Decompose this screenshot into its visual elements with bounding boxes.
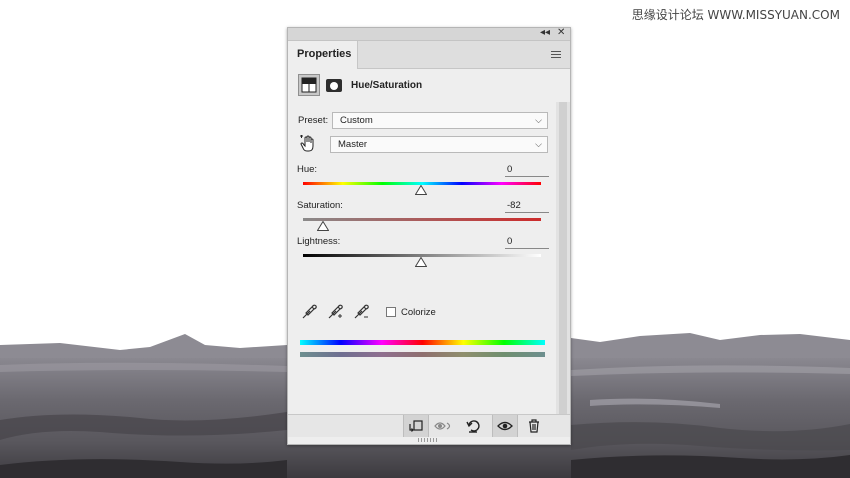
lightness-label: Lightness: <box>297 236 341 247</box>
panel-bottom-toolbar <box>288 414 570 437</box>
preset-dropdown[interactable]: Custom ⌵ <box>332 112 548 129</box>
layer-mask-icon[interactable] <box>326 79 342 92</box>
lightness-value-field[interactable]: 0 <box>505 236 549 249</box>
properties-panel: ◂◂ ✕ Properties Hue/Saturation Preset: C… <box>287 27 571 445</box>
eyedropper-icon[interactable] <box>300 303 318 321</box>
saturation-slider-track[interactable] <box>303 218 541 221</box>
channel-dropdown[interactable]: Master ⌵ <box>330 136 548 153</box>
panel-menu-icon[interactable] <box>551 51 561 60</box>
panel-titlebar[interactable]: ◂◂ ✕ <box>288 27 570 41</box>
hue-value-field[interactable]: 0 <box>505 164 549 177</box>
reset-icon[interactable] <box>460 415 486 437</box>
input-spectrum-bar <box>300 340 545 345</box>
panel-tab-row: Properties <box>288 41 570 69</box>
collapse-icon[interactable]: ◂◂ <box>540 27 550 39</box>
hue-label: Hue: <box>297 164 318 175</box>
hue-slider-thumb[interactable] <box>415 185 427 195</box>
view-previous-state-icon[interactable] <box>431 415 457 437</box>
preset-value: Custom <box>340 115 373 126</box>
adjustment-title: Hue/Saturation <box>351 80 423 91</box>
tab-properties[interactable]: Properties <box>288 41 358 69</box>
colorize-label: Colorize <box>401 307 436 318</box>
preset-label: Preset: <box>298 115 329 126</box>
close-icon[interactable]: ✕ <box>557 27 565 39</box>
saturation-label: Saturation: <box>297 200 343 211</box>
colorize-checkbox[interactable] <box>386 307 396 317</box>
channel-value: Master <box>338 139 368 150</box>
clip-to-layer-icon[interactable] <box>403 415 429 437</box>
eyedropper-plus-icon[interactable] <box>326 303 344 321</box>
saturation-slider-thumb[interactable] <box>317 221 329 231</box>
output-spectrum-bar <box>300 352 545 357</box>
chevron-down-icon: ⌵ <box>535 139 542 149</box>
lightness-slider-thumb[interactable] <box>415 257 427 267</box>
adjustment-header: Hue/Saturation <box>288 69 570 101</box>
saturation-value-field[interactable]: -82 <box>505 200 549 213</box>
panel-scrollbar[interactable] <box>556 102 570 414</box>
delete-icon[interactable] <box>521 415 547 437</box>
targeted-adjustment-hand-icon[interactable] <box>299 135 317 153</box>
resize-grip[interactable] <box>418 438 438 442</box>
hue-saturation-controls: Preset: Custom ⌵ Master ⌵ Hue: 0 Saturat… <box>288 102 556 412</box>
eyedropper-minus-icon[interactable] <box>352 303 370 321</box>
chevron-down-icon: ⌵ <box>535 115 542 125</box>
adjustment-layer-icon[interactable] <box>298 74 320 96</box>
scrollbar-thumb[interactable] <box>559 102 567 414</box>
visibility-eye-icon[interactable] <box>492 415 518 437</box>
